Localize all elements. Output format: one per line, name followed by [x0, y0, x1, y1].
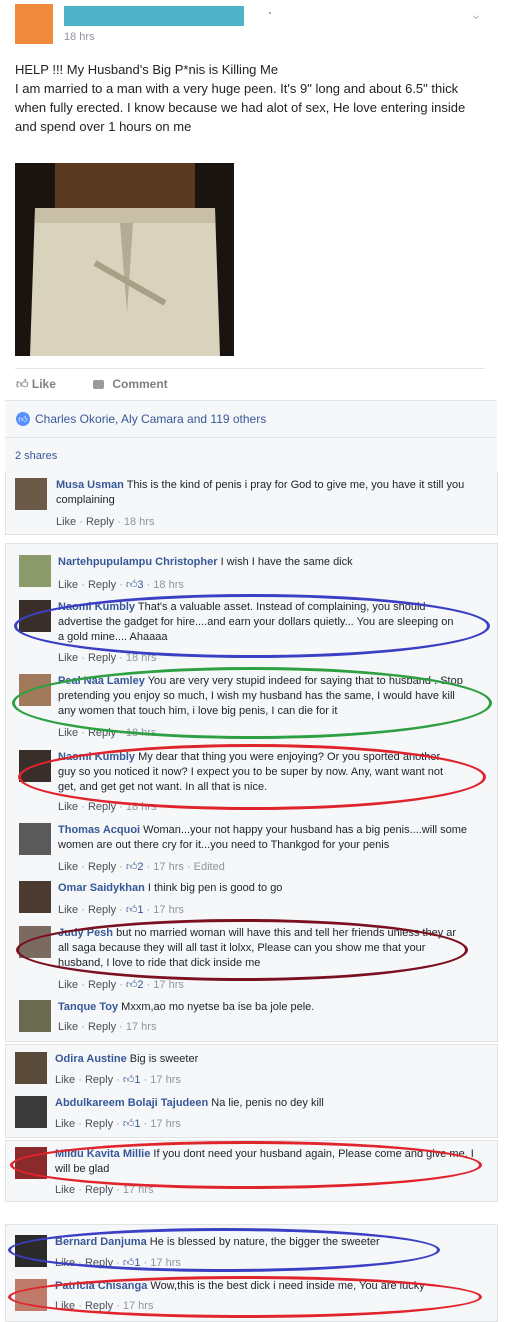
highlight-oval-red-3 [8, 1276, 482, 1318]
comment-time[interactable]: 17 hrs [126, 1021, 157, 1033]
comment-like-link[interactable]: Like [56, 516, 76, 528]
comment-time[interactable]: 18 hrs [124, 516, 155, 528]
shares-bar [5, 437, 497, 472]
comment-meta: Like · Reply · 👍︎1 · 17 hrs [58, 904, 184, 916]
highlight-oval-blue-2 [8, 1228, 440, 1272]
comment-reply-link[interactable]: Reply [88, 1021, 116, 1033]
post-image-graphic [15, 163, 234, 356]
comment-body: Musa Usman This is the kind of penis i p… [56, 478, 476, 508]
comment-icon [93, 380, 104, 389]
comment-body: Nartehpupulampu Christopher I wish I hav… [58, 555, 478, 570]
commenter-name[interactable]: Musa Usman [56, 479, 124, 491]
commenter-avatar[interactable] [15, 1096, 47, 1128]
commenter-avatar[interactable] [15, 478, 47, 510]
tick-mark: ˋ [268, 10, 272, 24]
comment-like-link[interactable]: Like [58, 904, 78, 916]
comment-like-count: 👍︎1 [122, 1074, 141, 1086]
comment-meta: Like · Reply · 18 hrs [56, 516, 155, 528]
comment-like-count: 👍︎1 [125, 904, 144, 916]
comment-label: Comment [112, 377, 168, 391]
comment-reply-link[interactable]: Reply [85, 1118, 113, 1130]
comment-like-link[interactable]: Like [55, 1184, 75, 1196]
comment-reply-link[interactable]: Reply [88, 904, 116, 916]
comment-meta: Like · Reply · 👍︎1 · 17 hrs [55, 1074, 181, 1086]
commenter-avatar[interactable] [19, 555, 51, 587]
comment-like-count: 👍︎1 [122, 1118, 141, 1130]
shares-count[interactable]: 2 shares [15, 450, 57, 462]
comment-reply-link[interactable]: Reply [88, 579, 116, 591]
commenter-name[interactable]: Thomas Acquoi [58, 824, 140, 836]
commenter-name[interactable]: Odira Austine [55, 1053, 127, 1065]
commenter-avatar[interactable] [19, 881, 51, 913]
like-button[interactable]: 👍︎ Like [16, 377, 56, 392]
comment-time[interactable]: 17 hrs [153, 979, 184, 991]
comment-reply-link[interactable]: Reply [88, 652, 116, 664]
comment-reply-link[interactable]: Reply [86, 516, 114, 528]
post-actions-bar [15, 368, 485, 399]
comment-time[interactable]: 18 hrs [153, 579, 184, 591]
comment-like-link[interactable]: Like [55, 1118, 75, 1130]
highlight-oval-green [12, 667, 492, 739]
comment-reply-link[interactable]: Reply [88, 979, 116, 991]
comment-like-link[interactable]: Like [58, 861, 78, 873]
highlight-oval-red-1 [18, 744, 486, 810]
comment-meta: Like · Reply · 👍︎2 · 17 hrs · Edited [58, 861, 225, 873]
comment-like-count: 👍︎3 [125, 579, 144, 591]
like-reaction-icon: 👍︎ [16, 412, 30, 426]
comment-like-link[interactable]: Like [55, 1074, 75, 1086]
comment-like-count: 👍︎2 [125, 861, 144, 873]
likes-summary[interactable]: Charles Okorie, Aly Camara and 119 other… [35, 412, 266, 426]
comment-text: Mxxm,ao mo nyetse ba ise ba jole pele. [118, 1001, 315, 1013]
comment-like-count: 👍︎2 [125, 979, 144, 991]
post-time[interactable]: 18 hrs [64, 31, 95, 43]
poster-avatar[interactable] [15, 4, 53, 44]
commenter-name[interactable]: Omar Saidykhan [58, 882, 145, 894]
comment-text: Na lie, penis no dey kill [208, 1097, 324, 1109]
chevron-down-icon[interactable]: ⌄ [470, 6, 482, 23]
comment-meta: Like · Reply · 👍︎3 · 18 hrs [58, 579, 184, 591]
comment-meta: Like · Reply · 👍︎1 · 17 hrs [55, 1118, 181, 1130]
post-image[interactable] [15, 163, 234, 356]
comment-text: Big is sweeter [126, 1053, 199, 1065]
highlight-oval-maroon [16, 919, 468, 981]
comment-body: Thomas Acquoi Woman...your not happy you… [58, 823, 478, 853]
commenter-name[interactable]: Tanque Toy [58, 1001, 118, 1013]
commenter-avatar[interactable] [19, 1000, 51, 1032]
comment-like-link[interactable]: Like [58, 801, 78, 813]
commenter-name[interactable]: Nartehpupulampu Christopher [58, 556, 218, 568]
comment-like-link[interactable]: Like [58, 1021, 78, 1033]
comment-reply-link[interactable]: Reply [85, 1184, 113, 1196]
comment-meta: Like · Reply · 17 hrs [58, 1021, 157, 1033]
comment-button[interactable]: Comment [93, 377, 168, 391]
comment-body: Omar Saidykhan I think big pen is good t… [58, 881, 478, 896]
comment-text: I wish I have the same dick [217, 556, 353, 568]
comment-body: Odira Austine Big is sweeter [55, 1052, 475, 1067]
like-label: Like [31, 377, 56, 391]
comment-time[interactable]: 17 hrs [150, 1118, 181, 1130]
comment-body: Tanque Toy Mxxm,ao mo nyetse ba ise ba j… [58, 1000, 478, 1015]
commenter-name[interactable]: Abdulkareem Bolaji Tajudeen [55, 1097, 208, 1109]
commenter-avatar[interactable] [15, 1052, 47, 1084]
highlight-oval-red-2 [10, 1141, 482, 1189]
comment-time[interactable]: 17 hrs [150, 1074, 181, 1086]
redacted-name-bar [64, 6, 244, 26]
thumbs-up-icon: 👍︎ [16, 377, 29, 391]
comment-time[interactable]: 17 hrs · Edited [153, 861, 225, 873]
comment-body: Abdulkareem Bolaji Tajudeen Na lie, peni… [55, 1096, 475, 1111]
comment-like-link[interactable]: Like [58, 727, 78, 739]
comment-meta: Like · Reply · 👍︎2 · 17 hrs [58, 979, 184, 991]
commenter-avatar[interactable] [19, 823, 51, 855]
comment-reply-link[interactable]: Reply [85, 1074, 113, 1086]
comment-time[interactable]: 17 hrs [153, 904, 184, 916]
comment-like-link[interactable]: Like [58, 579, 78, 591]
highlight-oval-blue-1 [14, 594, 490, 658]
comment-like-link[interactable]: Like [58, 652, 78, 664]
post-text: HELP !!! My Husband's Big P*nis is Killi… [15, 62, 466, 134]
comment-reply-link[interactable]: Reply [88, 861, 116, 873]
comment-text: I think big pen is good to go [144, 882, 283, 894]
comment-like-link[interactable]: Like [58, 979, 78, 991]
